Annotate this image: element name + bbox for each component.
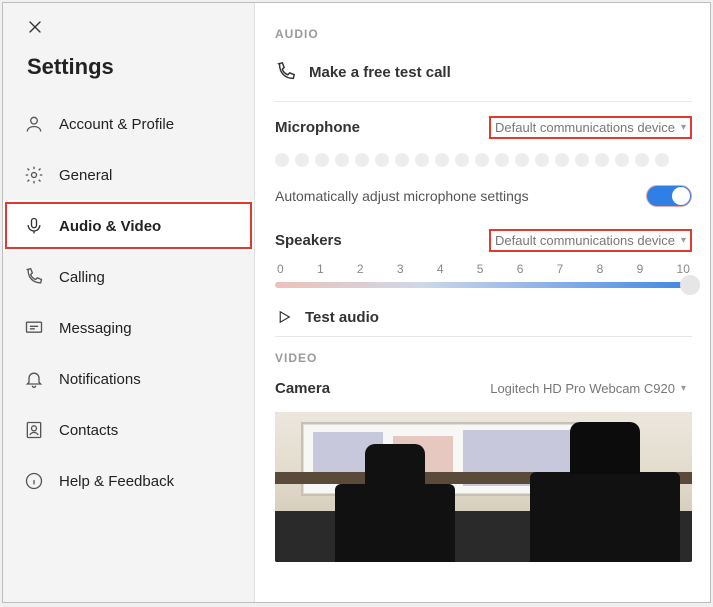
speaker-volume-slider[interactable]: 012345678910 [275,262,692,288]
mic-icon [23,215,45,237]
settings-main: AUDIO Make a free test call Microphone D… [255,3,710,602]
phone-icon [23,266,45,288]
sidebar-item-account-profile[interactable]: Account & Profile [3,98,254,149]
microphone-device-dropdown[interactable]: Default communications device ▾ [489,116,692,139]
auto-adjust-label: Automatically adjust microphone settings [275,188,529,204]
sidebar-item-label: Account & Profile [59,116,174,133]
bell-icon [23,368,45,390]
sidebar-item-label: Messaging [59,320,132,337]
gear-icon [23,164,45,186]
sidebar-item-label: Audio & Video [59,218,161,235]
speakers-row: Speakers Default communications device ▾ [275,229,692,252]
make-test-call-label: Make a free test call [309,64,451,81]
sidebar-item-help-feedback[interactable]: Help & Feedback [3,455,254,506]
volume-slider-thumb[interactable] [680,275,700,295]
divider [275,101,692,102]
auto-adjust-toggle[interactable] [646,185,692,207]
close-icon[interactable] [27,19,51,35]
sidebar-item-label: Calling [59,269,105,286]
info-icon [23,470,45,492]
phone-outline-icon [275,61,297,83]
sidebar-item-messaging[interactable]: Messaging [3,302,254,353]
person-icon [23,113,45,135]
sidebar-item-contacts[interactable]: Contacts [3,404,254,455]
contacts-icon [23,419,45,441]
test-audio-label: Test audio [305,309,379,326]
settings-sidebar: Settings Account & Profile General Audio… [3,3,255,602]
camera-preview [275,412,692,562]
make-test-call-row[interactable]: Make a free test call [275,53,692,91]
camera-label: Camera [275,380,330,397]
sidebar-item-general[interactable]: General [3,149,254,200]
chevron-down-icon: ▾ [681,122,686,133]
speakers-label: Speakers [275,232,342,249]
play-icon [275,308,293,326]
divider [275,336,692,337]
test-audio-button[interactable]: Test audio [275,308,692,326]
sidebar-item-label: Notifications [59,371,141,388]
chevron-down-icon: ▾ [681,235,686,246]
message-icon [23,317,45,339]
sidebar-item-calling[interactable]: Calling [3,251,254,302]
auto-adjust-row: Automatically adjust microphone settings [275,177,692,217]
volume-scale-numbers: 012345678910 [275,262,692,276]
speakers-device-dropdown[interactable]: Default communications device ▾ [489,229,692,252]
volume-slider-track[interactable] [275,282,692,288]
settings-window: Settings Account & Profile General Audio… [2,2,711,603]
chevron-down-icon: ▾ [681,383,686,394]
microphone-device-value: Default communications device [495,120,675,135]
sidebar-item-label: Contacts [59,422,118,439]
camera-row: Camera Logitech HD Pro Webcam C920 ▾ [275,377,692,400]
microphone-level-meter [275,153,692,167]
camera-device-value: Logitech HD Pro Webcam C920 [490,381,675,396]
microphone-row: Microphone Default communications device… [275,116,692,139]
video-section-header: VIDEO [275,351,692,365]
microphone-label: Microphone [275,119,360,136]
sidebar-item-notifications[interactable]: Notifications [3,353,254,404]
audio-section-header: AUDIO [275,27,692,41]
settings-title: Settings [3,46,254,98]
camera-device-dropdown[interactable]: Logitech HD Pro Webcam C920 ▾ [484,377,692,400]
sidebar-item-audio-video[interactable]: Audio & Video [3,200,254,251]
speakers-device-value: Default communications device [495,233,675,248]
sidebar-item-label: General [59,167,112,184]
sidebar-item-label: Help & Feedback [59,473,174,490]
